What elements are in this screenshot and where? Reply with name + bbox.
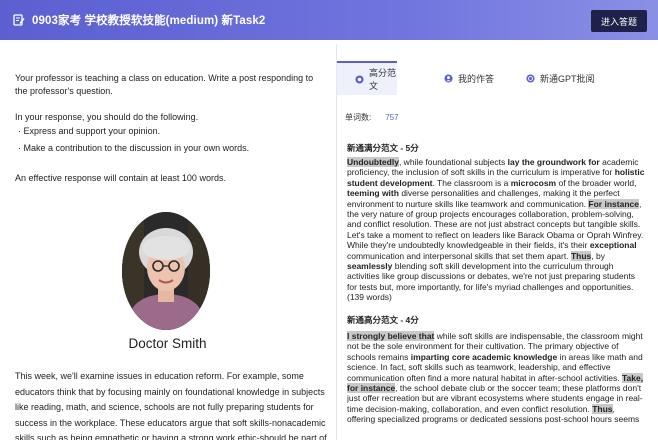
essay-title: 新通高分范文 - 4分: [347, 315, 419, 325]
word-count: 单词数: 757: [345, 112, 399, 123]
key-phrase: microcosm: [510, 177, 557, 188]
tab-label: 新通GPT批阅: [540, 73, 595, 84]
word-count-value: 757: [385, 113, 399, 122]
professor-portrait: Doctor Smith: [100, 200, 235, 368]
instruction-bullet: · Make a contribution to the discussion …: [18, 143, 250, 153]
user-icon: [444, 73, 453, 83]
essay-text: . The classroom is a: [432, 177, 511, 188]
key-phrase: imparting core academic knowledge: [410, 351, 558, 362]
question-prompt: Your professor is teaching a class on ed…: [15, 73, 314, 96]
professor-passage: This week, we'll examine issues in educa…: [15, 371, 327, 440]
highlight-phrase: Thus: [570, 250, 592, 261]
essay-text: , while foundational subjects: [398, 157, 508, 167]
gpt-icon: [526, 73, 535, 83]
essay-text: of the broader world,: [556, 177, 637, 188]
tab-my-work[interactable]: 我的作答: [444, 61, 494, 95]
key-phrase: seamlessly: [347, 261, 393, 272]
sample-essay-4: I strongly believe that while soft skill…: [347, 331, 645, 427]
tab-gpt-grading[interactable]: 新通GPT批阅: [526, 61, 595, 95]
highlight-phrase: For instance: [588, 198, 639, 209]
edit-document-icon: [13, 14, 25, 26]
essay-text: communication and interpersonal skills t…: [347, 250, 571, 261]
top-bar: 0903家考 学校教授软技能(medium) 新Task2 进入答题: [0, 0, 658, 40]
essay-text: , by: [591, 250, 605, 261]
instruction-bullet: · Express and support your opinion.: [18, 126, 161, 136]
highlight-phrase: Undoubtedly: [347, 157, 399, 167]
essay-title: 新通满分范文 - 5分: [347, 143, 419, 153]
highlight-phrase: I strongly believe that: [347, 331, 435, 341]
tab-bar: 高分范文 我的作答 新通GPT批阅: [337, 61, 658, 95]
sample-essay-5: Undoubtedly, while foundational subjects…: [347, 157, 645, 303]
word-count-label: 单词数:: [345, 113, 372, 122]
professor-photo: [122, 212, 210, 330]
award-icon: [355, 74, 364, 84]
tab-sample-essays[interactable]: 高分范文: [337, 61, 397, 95]
key-phrase: exceptional: [589, 240, 637, 251]
tab-label: 高分范文: [369, 68, 397, 91]
key-phrase: lay the groundwork for: [507, 157, 600, 167]
tab-label: 我的作答: [458, 73, 495, 84]
key-phrase: teeming with: [347, 188, 399, 199]
word-requirement: An effective response will contain at le…: [15, 173, 226, 183]
answer-panel: 高分范文 我的作答 新通GPT批阅 单词数: 757 新通满分范文 - 5分 Un…: [337, 44, 658, 440]
professor-name: Doctor Smith: [128, 336, 207, 351]
highlight-phrase: Thus: [592, 403, 613, 414]
instructions-intro: In your response, you should do the foll…: [15, 112, 199, 122]
enter-answer-button[interactable]: 进入答题: [591, 10, 647, 32]
page-title: 0903家考 学校教授软技能(medium) 新Task2: [32, 15, 266, 27]
question-panel: Your professor is teaching a class on ed…: [0, 44, 336, 440]
